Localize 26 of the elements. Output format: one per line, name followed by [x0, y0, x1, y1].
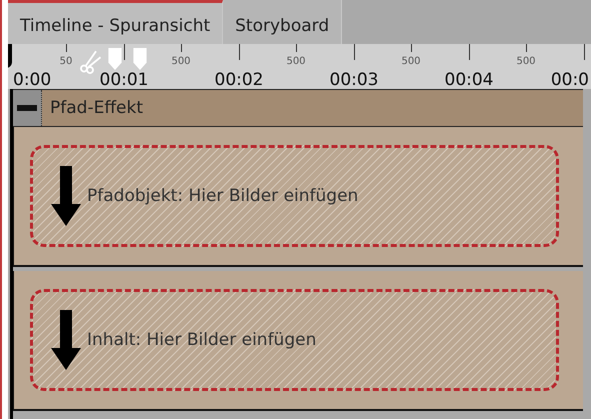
drop-zone-label: Pfadobjekt: Hier Bilder einfügen — [87, 186, 358, 206]
scissors-icon[interactable] — [78, 48, 102, 74]
tick-label: 500 — [516, 56, 536, 67]
drop-zone-label: Inhalt: Hier Bilder einfügen — [87, 330, 316, 350]
effect-title: Pfad-Effekt — [49, 98, 144, 118]
tab[interactable]: Timeline - Spuransicht — [8, 0, 224, 44]
tick-label: 500 — [286, 56, 306, 67]
time-ruler[interactable]: 0:00 50 00:01 500 00:02 500 00:03 500 00:04 500 00:0 — [8, 44, 591, 89]
marker-icon[interactable] — [108, 48, 122, 70]
tab[interactable]: Storyboard — [223, 0, 342, 44]
tick-label: 500 — [171, 56, 191, 67]
time-label: 00:02 — [214, 70, 264, 89]
down-arrow-icon — [51, 310, 81, 370]
time-label: 00:03 — [330, 70, 378, 89]
down-arrow-icon — [51, 166, 81, 226]
time-label: 0:00 — [13, 70, 52, 89]
drop-zone[interactable]: Inhalt: Hier Bilder einfügen — [30, 289, 559, 391]
time-label: 00:01 — [100, 70, 148, 89]
drop-zone[interactable]: Pfadobjekt: Hier Bilder einfügen — [30, 145, 559, 247]
collapse-button[interactable] — [12, 90, 42, 126]
tick-label: 50 — [60, 56, 72, 67]
minus-icon — [16, 105, 36, 111]
marker-icon[interactable] — [133, 48, 147, 70]
tick-label: 500 — [401, 56, 421, 67]
time-label: 00:04 — [444, 70, 494, 89]
time-label: 00:0 — [550, 70, 589, 89]
